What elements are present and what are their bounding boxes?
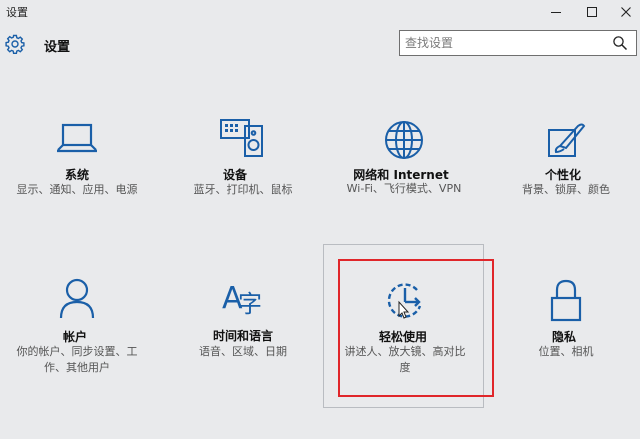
tile-ease-of-access[interactable]: 轻松使用 讲述人、放大镜、高对比度: [330, 278, 480, 428]
tile-title: 隐私: [551, 330, 576, 344]
person-icon: [55, 276, 99, 320]
svg-text:字: 字: [238, 290, 262, 318]
tile-privacy[interactable]: 隐私 位置、相机: [491, 278, 640, 428]
maximize-button[interactable]: [581, 2, 603, 22]
devices-icon: [218, 116, 268, 160]
tile-devices[interactable]: 设备 蓝牙、打印机、鼠标: [168, 116, 318, 266]
tile-description: 显示、通知、应用、电源: [16, 183, 138, 196]
tile-description: 背景、锁屏、颜色: [522, 183, 610, 196]
globe-icon: [382, 118, 426, 162]
lock-icon: [546, 278, 586, 324]
tile-title: 轻松使用: [378, 330, 427, 344]
tile-description: 蓝牙、打印机、鼠标: [193, 183, 293, 196]
tile-personalization[interactable]: 个性化 背景、锁屏、颜色: [491, 120, 640, 270]
search-icon[interactable]: [612, 35, 628, 51]
tile-accounts[interactable]: 帐户 你的帐户、同步设置、工作、其他用户: [2, 276, 152, 426]
ease-of-access-icon: [382, 278, 428, 324]
close-button[interactable]: [615, 2, 637, 22]
tile-description: 你的帐户、同步设置、工作、其他用户: [16, 345, 138, 374]
tile-description: 讲述人、放大镜、高对比度: [344, 345, 466, 374]
page-title: 设置: [44, 40, 71, 55]
tile-description: 语音、区域、日期: [199, 345, 287, 358]
tile-title: 系统: [64, 168, 89, 182]
minimize-button[interactable]: [545, 2, 567, 22]
laptop-icon: [55, 120, 99, 160]
window-title: 设置: [6, 6, 28, 19]
tile-title: 设备: [222, 168, 247, 182]
tile-system[interactable]: 系统 显示、通知、应用、电源: [2, 120, 152, 270]
search-input[interactable]: [399, 30, 637, 56]
tile-title: 时间和语言: [212, 329, 273, 343]
title-bar: 设置: [0, 0, 640, 24]
gear-icon: [5, 34, 25, 54]
paint-icon: [544, 120, 588, 162]
tile-time-language[interactable]: A 字 时间和语言 语音、区域、日期: [168, 278, 318, 428]
tile-title: 帐户: [62, 330, 87, 344]
tile-title: 个性化: [544, 168, 581, 182]
language-icon: A 字: [219, 278, 267, 318]
tile-description: Wi-Fi、飞行模式、VPN: [346, 182, 462, 195]
tile-description: 位置、相机: [538, 345, 594, 358]
